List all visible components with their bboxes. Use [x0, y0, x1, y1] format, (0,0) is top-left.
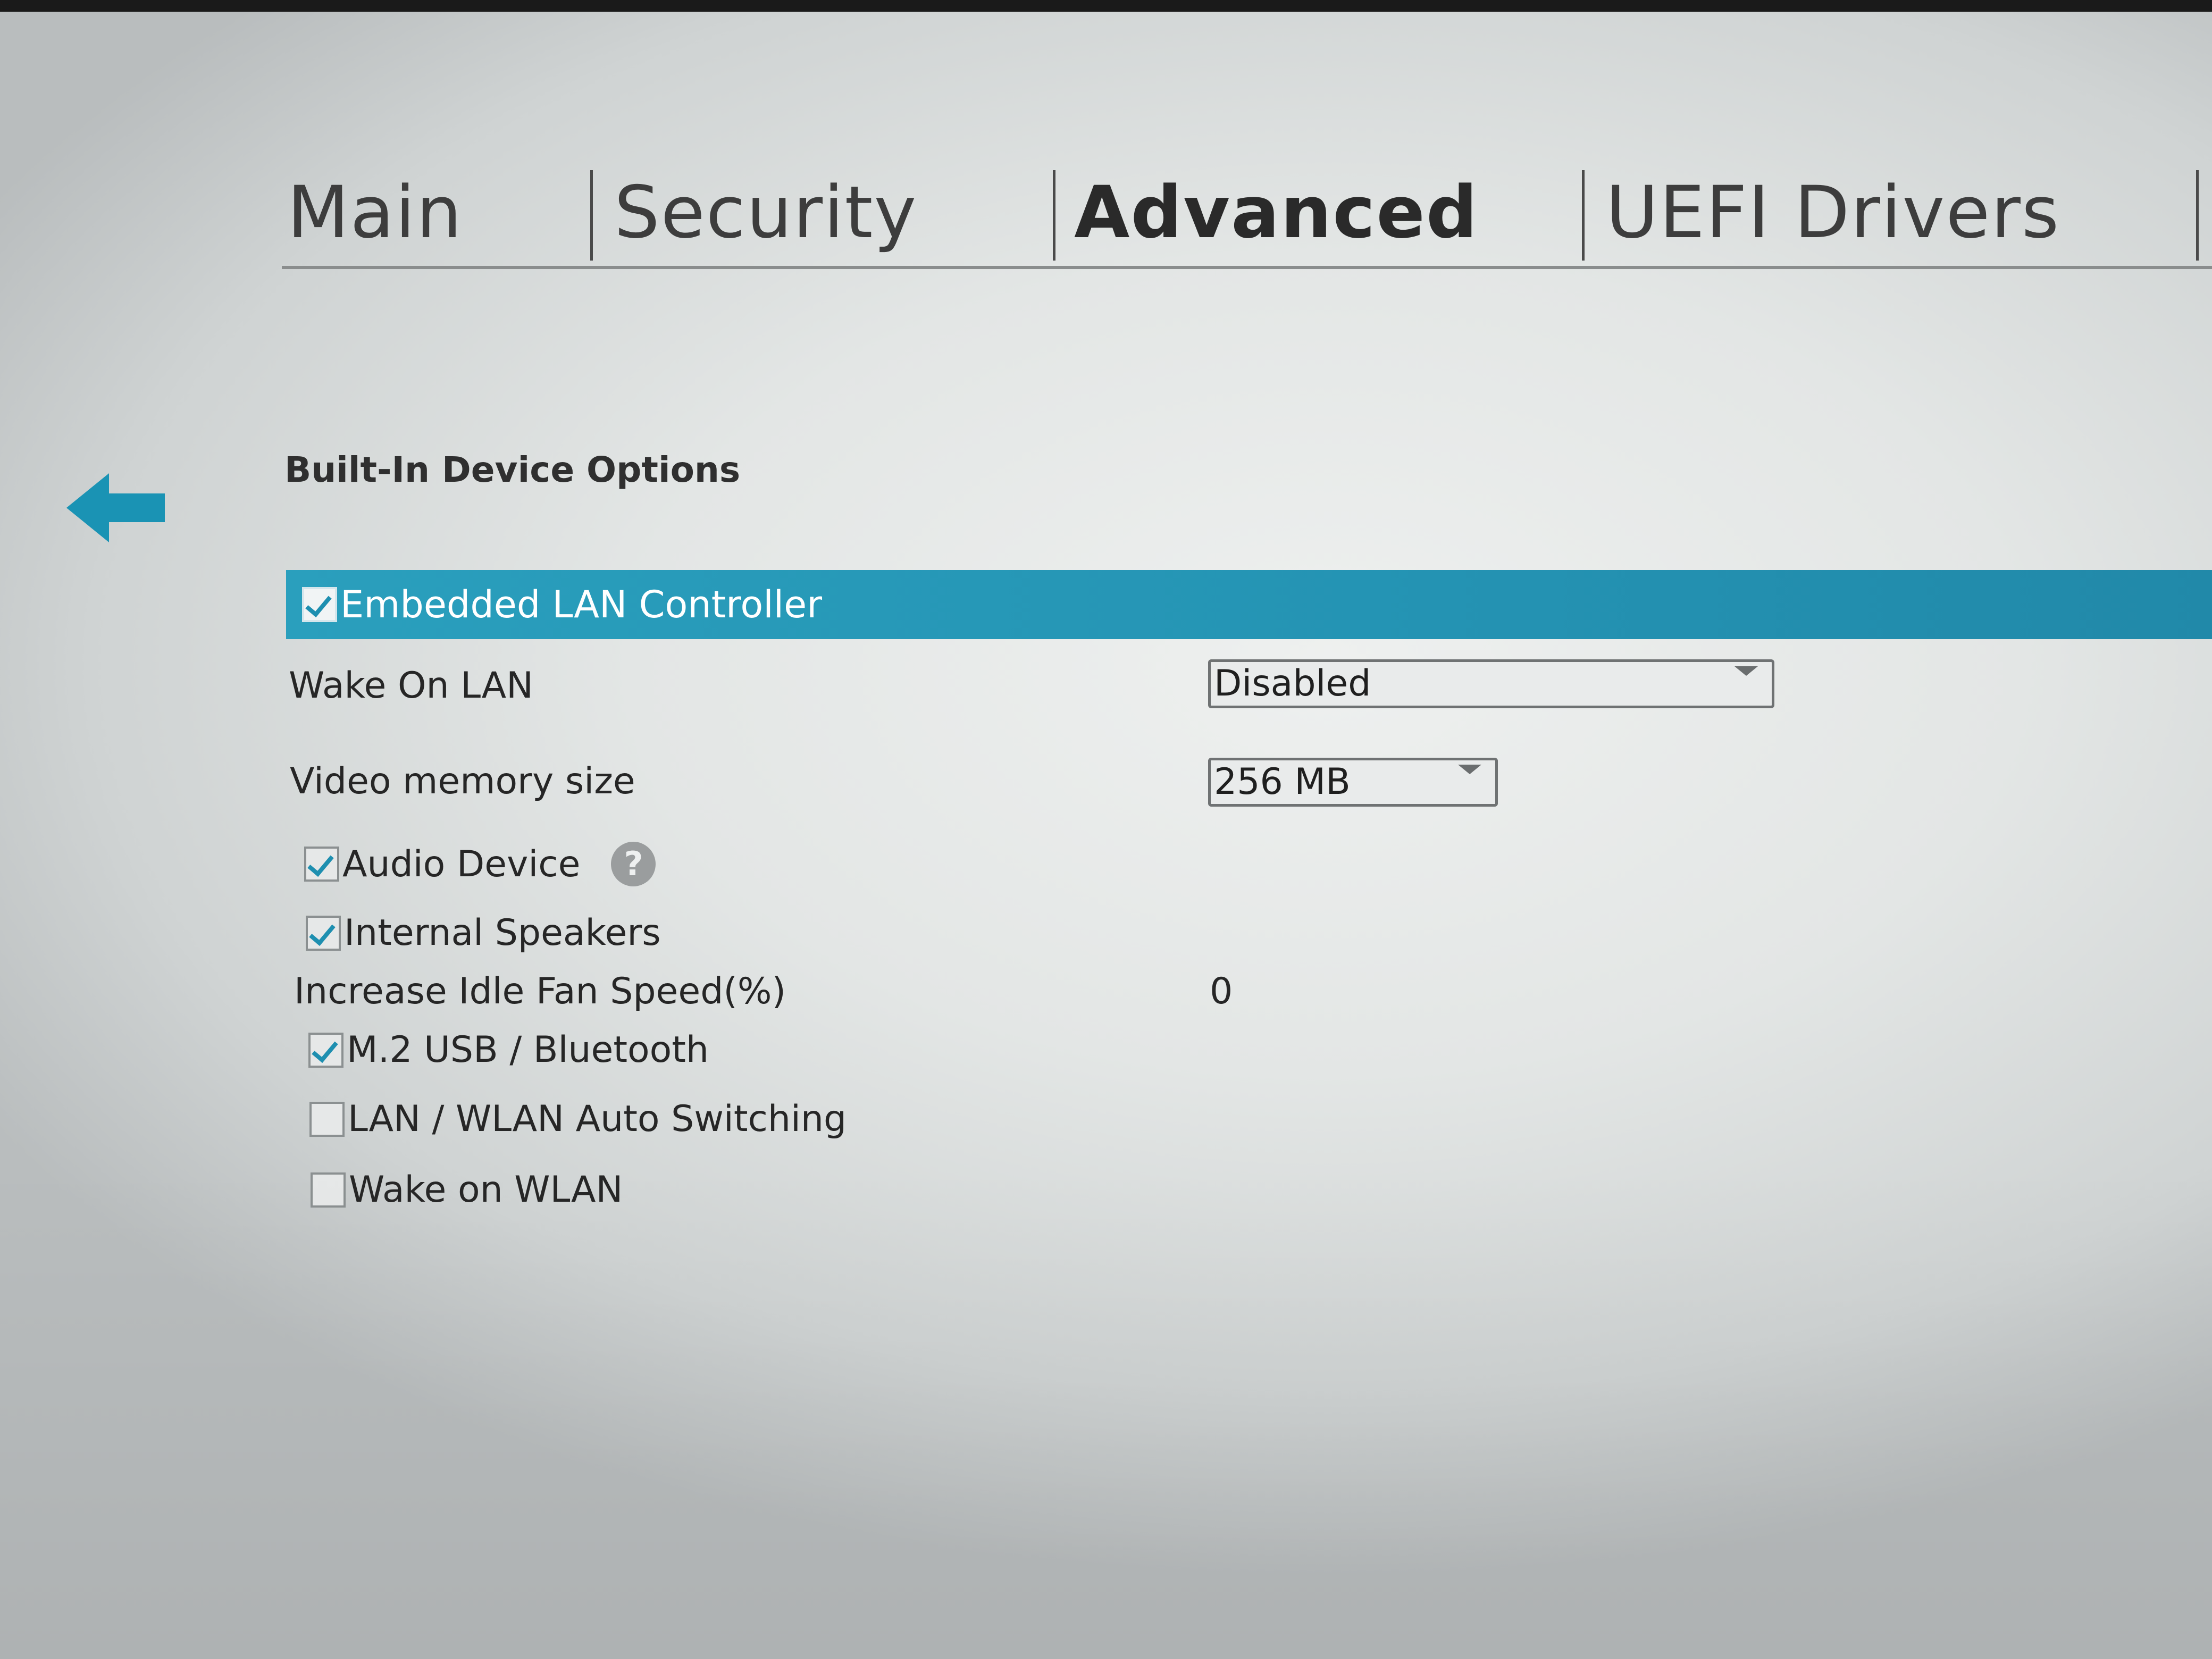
embedded-lan-controller-row[interactable]: Embedded LAN Controller	[286, 570, 2212, 639]
internal-speakers-row[interactable]: Internal Speakers	[306, 912, 661, 954]
wake-on-wlan-row[interactable]: Wake on WLAN	[311, 1169, 623, 1211]
tab-uefi-drivers[interactable]: UEFI Drivers	[1606, 160, 2060, 266]
wake-on-lan-select[interactable]: Disabled	[1208, 659, 1774, 708]
wake-on-wlan-label: Wake on WLAN	[349, 1169, 623, 1211]
video-memory-size-select[interactable]: 256 MB	[1208, 758, 1498, 807]
m2-usb-bluetooth-label: M.2 USB / Bluetooth	[347, 1029, 709, 1071]
video-memory-size-value: 256 MB	[1214, 761, 1351, 803]
section-title: Built-In Device Options	[284, 449, 741, 490]
embedded-lan-controller-checkbox[interactable]	[302, 587, 337, 622]
tab-underline	[282, 266, 2212, 269]
idle-fan-speed-value[interactable]: 0	[1210, 970, 1233, 1012]
idle-fan-speed-label: Increase Idle Fan Speed(%)	[294, 970, 786, 1012]
internal-speakers-label: Internal Speakers	[344, 912, 661, 954]
wake-on-wlan-checkbox[interactable]	[311, 1172, 346, 1208]
chevron-down-icon	[1735, 666, 1758, 676]
chevron-down-icon	[1458, 765, 1481, 774]
back-arrow-icon[interactable]	[66, 473, 165, 542]
tab-separator	[590, 170, 593, 261]
screen-bezel	[0, 0, 2212, 12]
tab-separator	[1053, 170, 1055, 261]
audio-device-label: Audio Device	[342, 843, 581, 885]
help-icon[interactable]: ?	[611, 842, 656, 886]
tab-bar: Main Security Advanced UEFI Drivers	[282, 160, 2212, 266]
lan-wlan-auto-switching-checkbox[interactable]	[309, 1101, 345, 1137]
tab-separator	[2196, 170, 2199, 261]
tab-advanced[interactable]: Advanced	[1074, 160, 1479, 266]
tab-security[interactable]: Security	[614, 160, 917, 266]
wake-on-lan-label: Wake On LAN	[289, 665, 534, 707]
audio-device-row[interactable]: Audio Device ?	[304, 842, 656, 886]
m2-usb-bluetooth-row[interactable]: M.2 USB / Bluetooth	[308, 1029, 709, 1071]
embedded-lan-controller-label: Embedded LAN Controller	[340, 583, 822, 626]
lan-wlan-auto-switching-row[interactable]: LAN / WLAN Auto Switching	[309, 1098, 847, 1140]
wake-on-lan-value: Disabled	[1214, 663, 1371, 705]
internal-speakers-checkbox[interactable]	[306, 915, 341, 951]
tab-separator	[1582, 170, 1585, 261]
video-memory-size-label: Video memory size	[290, 760, 635, 802]
tab-main[interactable]: Main	[287, 160, 463, 266]
audio-device-checkbox[interactable]	[304, 847, 339, 882]
lan-wlan-auto-switching-label: LAN / WLAN Auto Switching	[348, 1098, 847, 1140]
m2-usb-bluetooth-checkbox[interactable]	[308, 1032, 343, 1068]
